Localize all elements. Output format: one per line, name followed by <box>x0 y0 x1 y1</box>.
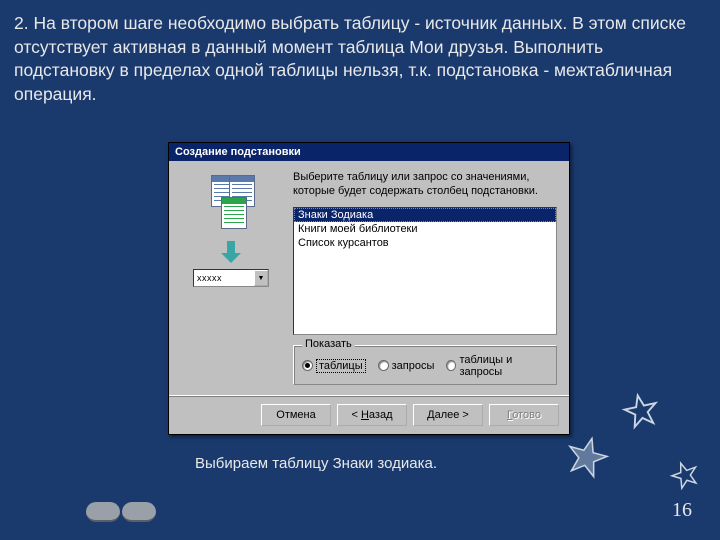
dialog-body: xxxxx ▼ Выберите таблицу или запрос со з… <box>169 161 569 395</box>
sample-combo[interactable]: xxxxx ▼ <box>193 269 269 287</box>
back-button[interactable]: < Назад <box>337 404 407 426</box>
list-item[interactable]: Список курсантов <box>294 236 556 250</box>
finish-button: Готово <box>489 404 559 426</box>
instruction-text: 2. На втором шаге необходимо выбрать таб… <box>0 0 720 115</box>
show-fieldset: Показать таблицы запросы таблицы и запро… <box>293 345 557 385</box>
radio-both[interactable]: таблицы и запросы <box>446 354 548 378</box>
cancel-button[interactable]: Отмена <box>261 404 331 426</box>
wizard-left-panel: xxxxx ▼ <box>181 171 281 385</box>
combo-value: xxxxx <box>194 273 254 283</box>
dialog-titlebar: Создание подстановки <box>169 143 569 161</box>
star-icon <box>618 388 663 433</box>
page-number: 16 <box>672 499 692 522</box>
fieldset-legend: Показать <box>302 338 355 350</box>
tables-graphic-icon <box>201 175 261 235</box>
dialog-button-row: Отмена < Назад Далее > Готово <box>169 395 569 434</box>
arrow-down-icon <box>221 241 241 265</box>
radio-tables[interactable]: таблицы <box>302 359 366 373</box>
wizard-right-panel: Выберите таблицу или запрос со значениям… <box>293 171 557 385</box>
star-icon <box>666 456 704 494</box>
nav-next-button[interactable] <box>122 502 156 522</box>
list-item[interactable]: Знаки Зодиака <box>294 208 556 222</box>
slide-nav <box>86 502 156 522</box>
slide-caption: Выбираем таблицу Знаки зодиака. <box>195 455 437 472</box>
radio-icon <box>446 360 456 371</box>
radio-icon <box>378 360 389 371</box>
list-item[interactable]: Книги моей библиотеки <box>294 222 556 236</box>
chevron-down-icon[interactable]: ▼ <box>254 270 268 286</box>
radio-icon <box>302 360 313 371</box>
radio-queries[interactable]: запросы <box>378 360 435 372</box>
nav-prev-button[interactable] <box>86 502 120 522</box>
wizard-prompt: Выберите таблицу или запрос со значениям… <box>293 171 557 199</box>
next-button[interactable]: Далее > <box>413 404 483 426</box>
lookup-wizard-dialog: Создание подстановки xxxxx ▼ Выберите та… <box>168 142 570 435</box>
star-icon <box>559 429 615 485</box>
source-table-listbox[interactable]: Знаки Зодиака Книги моей библиотеки Спис… <box>293 207 557 335</box>
